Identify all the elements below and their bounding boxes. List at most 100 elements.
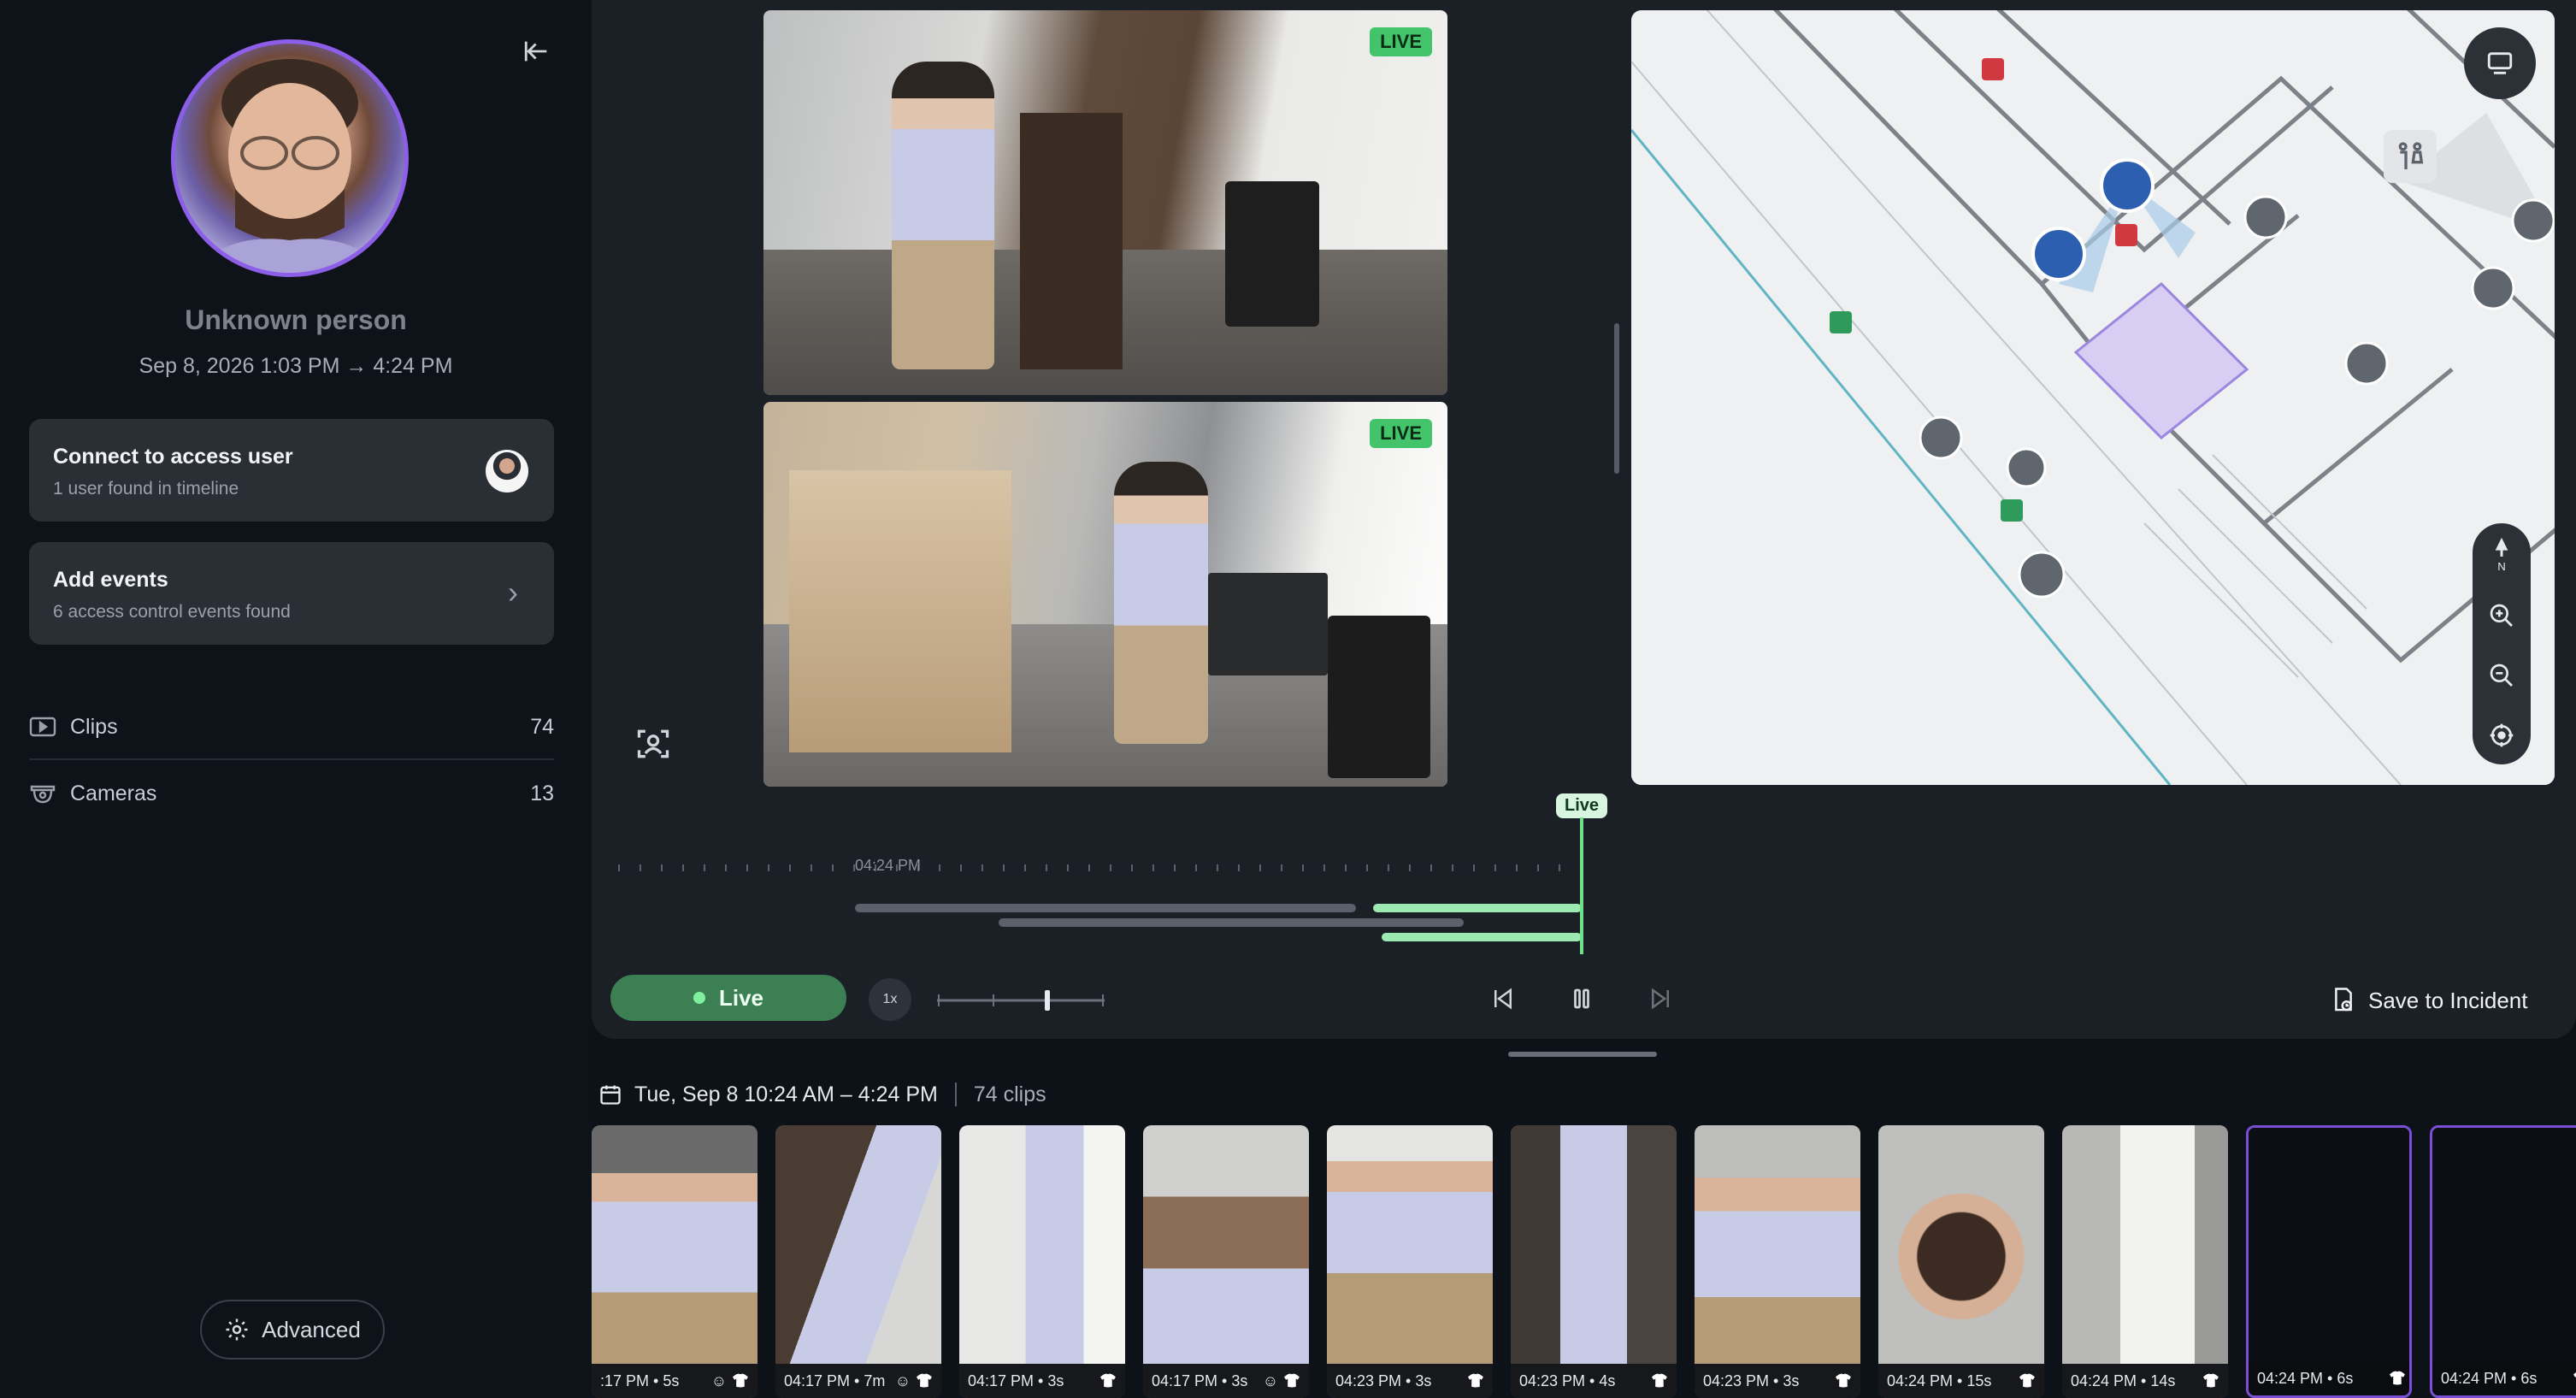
clip-preview-image (2432, 1128, 2576, 1366)
clip-caption-text: 04:23 PM • 3s (1335, 1371, 1432, 1389)
clip-thumbnail[interactable]: 04:23 PM • 4s 👕 (1511, 1125, 1677, 1398)
clip-caption-text: :17 PM • 5s (600, 1371, 680, 1389)
timeline-track-1-active[interactable] (1373, 904, 1582, 912)
clothing-match-icon: 👕 (2202, 1374, 2219, 1389)
clip-thumbnail[interactable]: 04:24 PM • 6s 👕 (2246, 1125, 2412, 1398)
clip-thumbnail[interactable]: 04:24 PM • 15s 👕 (1878, 1125, 2044, 1398)
sidebar-item-cameras[interactable]: Cameras 13 (29, 768, 554, 819)
live-dot-icon (693, 992, 705, 1004)
clip-caption: 04:17 PM • 3s ☺ 👕 (1143, 1364, 1309, 1398)
incident-doc-icon (2335, 988, 2352, 1012)
add-events-card[interactable]: Add events 6 access control events found… (29, 542, 554, 645)
clip-thumbnail[interactable]: 04:24 PM • 6s 👕 (2430, 1125, 2576, 1398)
face-match-icon: ☺ (710, 1371, 728, 1389)
sidebar-item-count: 13 (530, 782, 554, 805)
clip-caption-text: 04:24 PM • 6s (2257, 1369, 2354, 1387)
clip-caption-text: 04:17 PM • 3s (1152, 1371, 1248, 1389)
advanced-label: Advanced (262, 1316, 361, 1342)
playback-speed-label: 1x (882, 992, 898, 1006)
clip-caption: 04:17 PM • 3s 👕 (959, 1364, 1125, 1398)
clip-caption-text: 04:23 PM • 4s (1519, 1371, 1616, 1389)
pause-button[interactable] (1563, 980, 1600, 1018)
zoom-in-button[interactable] (2473, 590, 2531, 641)
face-match-icon: ☺ (894, 1371, 911, 1389)
clip-thumbnail[interactable]: 04:17 PM • 3s 👕 (959, 1125, 1125, 1398)
play-clip-icon (29, 715, 56, 739)
collapse-sidebar-button[interactable] (513, 27, 561, 75)
clip-preview-image (2249, 1128, 2409, 1366)
clip-preview-image (1143, 1125, 1309, 1364)
gear-icon (226, 1318, 248, 1341)
clip-caption-text: 04:24 PM • 14s (2071, 1371, 2176, 1389)
zoom-out-icon (2490, 664, 2513, 687)
clothing-match-icon: 👕 (1651, 1374, 1668, 1389)
user-avatar-icon (486, 450, 528, 493)
add-events-subtitle: 6 access control events found (53, 602, 291, 622)
live-badge: LIVE (1370, 27, 1432, 56)
clip-thumbnail[interactable]: 04:24 PM • 14s 👕 (2062, 1125, 2228, 1398)
zoom-slider[interactable] (937, 990, 1105, 1011)
sidebar-item-clips[interactable]: Clips 74 (29, 701, 554, 752)
face-scan-icon[interactable] (634, 725, 672, 763)
camera-feed-1[interactable]: LIVE (763, 10, 1447, 395)
zoom-out-button[interactable] (2473, 650, 2531, 701)
split-resize-handle[interactable] (1614, 323, 1619, 474)
recenter-icon (2490, 723, 2514, 747)
restroom-icon (2398, 142, 2424, 169)
calendar-icon (600, 1085, 621, 1105)
face-match-icon: ☺ (1262, 1371, 1279, 1389)
clip-thumbnail[interactable]: :17 PM • 5s ☺ 👕 (592, 1125, 757, 1398)
timeline-track-3-active[interactable] (1382, 933, 1582, 941)
compass-button[interactable]: N (2473, 528, 2531, 580)
camera-scene-case (1328, 616, 1430, 778)
restroom-marker[interactable] (2384, 130, 2437, 183)
clothing-match-icon: 👕 (916, 1373, 933, 1389)
timeline-playhead[interactable] (1580, 817, 1583, 954)
camera-feed-2[interactable]: LIVE (763, 402, 1447, 787)
clips-header-separator (954, 1082, 957, 1106)
advanced-button[interactable]: Advanced (200, 1300, 385, 1360)
add-events-title: Add events (53, 568, 168, 592)
save-to-incident-button[interactable]: Save to Incident (2331, 983, 2527, 1018)
clip-preview-image (1878, 1125, 2044, 1364)
sidebar: Unknown person Sep 8, 2026 1:03 PM → 4:2… (0, 0, 592, 1398)
clip-preview-image (1695, 1125, 1860, 1364)
timeline-track-1[interactable] (855, 904, 1356, 912)
clip-caption: 04:17 PM • 7m ☺ 👕 (775, 1364, 941, 1398)
playback-speed-button[interactable]: 1x (869, 978, 911, 1021)
camera-layers-icon (2487, 52, 2513, 74)
collapse-left-icon (524, 41, 547, 62)
compass-north-icon: N (2495, 537, 2508, 573)
clip-thumbnail[interactable]: 04:17 PM • 7m ☺ 👕 (775, 1125, 941, 1398)
clothing-match-icon: 👕 (1099, 1374, 1117, 1389)
previous-clip-button[interactable] (1484, 980, 1522, 1018)
clothing-match-icon: 👕 (2019, 1374, 2036, 1389)
clip-caption-text: 04:17 PM • 3s (968, 1371, 1064, 1389)
clothing-match-icon: 👕 (2573, 1370, 2576, 1387)
timeline-ticks (618, 864, 1582, 871)
timeline-live-tag: Live (1556, 793, 1608, 818)
connect-user-card[interactable]: Connect to access user 1 user found in t… (29, 419, 554, 522)
panel-drag-handle[interactable] (1508, 1052, 1657, 1057)
timeline-track-2[interactable] (999, 918, 1464, 927)
live-label: Live (718, 984, 764, 1011)
live-button[interactable]: Live (610, 975, 846, 1021)
clip-caption-text: 04:17 PM • 7m (784, 1371, 886, 1389)
person-face-image (192, 59, 387, 273)
map-controls: N (2473, 523, 2531, 764)
clip-thumbnail[interactable]: 04:23 PM • 3s 👕 (1327, 1125, 1493, 1398)
clips-header: Tue, Sep 8 10:24 AM – 4:24 PM 74 clips (598, 1077, 1046, 1112)
clip-thumbnail[interactable]: 04:23 PM • 3s 👕 (1695, 1125, 1860, 1398)
camera-person-figure (1114, 462, 1208, 744)
person-name: Unknown person (185, 304, 407, 335)
connect-user-subtitle: 1 user found in timeline (53, 479, 239, 498)
recenter-button[interactable] (2473, 710, 2531, 761)
chevron-right-icon: › (508, 575, 518, 610)
next-clip-button[interactable] (1642, 980, 1679, 1018)
sidebar-item-label: Cameras (70, 782, 157, 805)
save-to-incident-label: Save to Incident (2368, 987, 2528, 1013)
camera-layers-button[interactable] (2464, 27, 2536, 99)
clip-thumbnail[interactable]: 04:17 PM • 3s ☺ 👕 (1143, 1125, 1309, 1398)
clip-preview-image (2062, 1125, 2228, 1364)
floor-map[interactable]: N (1631, 10, 2555, 785)
